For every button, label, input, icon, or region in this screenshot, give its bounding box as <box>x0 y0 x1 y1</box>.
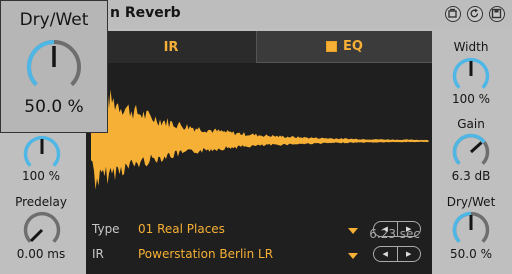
reset-icon <box>470 8 479 18</box>
gain-value: 6.3 dB <box>451 169 491 183</box>
tab-eq[interactable]: EQ <box>256 31 432 63</box>
save-preset-icon <box>491 8 502 19</box>
type-label: Type <box>92 222 120 236</box>
drywet-label: Dry/Wet <box>446 195 496 209</box>
device-title: n Reverb <box>110 5 181 21</box>
tab-ir[interactable]: IR <box>86 31 256 63</box>
width-label: Width <box>453 40 489 54</box>
device-panel: n Reverb Width 100 % Gain 6.3 dB Dry/Wet… <box>0 0 512 274</box>
popup-label: Dry/Wet <box>19 10 89 30</box>
width-knob[interactable] <box>451 56 491 96</box>
predelay-value: 0.00 ms <box>16 247 66 261</box>
ir-next-button[interactable]: ▶ <box>396 247 421 261</box>
drywet-value: 50.0 % <box>450 247 492 261</box>
ir-dropdown[interactable]: Powerstation Berlin LR <box>138 247 273 261</box>
reset-button[interactable] <box>467 6 483 22</box>
popup-knob[interactable] <box>26 39 82 95</box>
type-prev-button[interactable]: ◀ <box>374 222 397 236</box>
type-next-button[interactable]: ▶ <box>396 222 421 236</box>
ir-prev-button[interactable]: ◀ <box>374 247 397 261</box>
ir-label: IR <box>92 247 104 261</box>
save-preset-button[interactable] <box>489 6 505 22</box>
ir-dropdown-arrow[interactable] <box>348 253 358 259</box>
width-value: 100 % <box>451 92 491 106</box>
drywet-popup: Dry/Wet 50.0 % <box>0 0 108 133</box>
size-value: 100 % <box>21 169 61 183</box>
predelay-knob[interactable] <box>22 210 62 250</box>
hot-swap-icon <box>448 8 457 18</box>
size-knob[interactable] <box>22 134 62 174</box>
type-dropdown[interactable]: 01 Real Places <box>138 222 225 236</box>
predelay-label: Predelay <box>15 195 67 209</box>
type-stepper[interactable]: ◀ ▶ <box>373 221 421 237</box>
gain-label: Gain <box>457 117 485 131</box>
eq-enable-toggle[interactable] <box>326 41 338 52</box>
tab-eq-label: EQ <box>343 39 363 54</box>
gain-knob[interactable] <box>451 132 491 172</box>
hot-swap-button[interactable] <box>445 6 461 22</box>
type-dropdown-arrow[interactable] <box>348 228 358 234</box>
ir-waveform <box>91 87 429 190</box>
ir-stepper[interactable]: ◀ ▶ <box>373 246 421 262</box>
drywet-knob[interactable] <box>451 210 491 250</box>
popup-value: 50.0 % <box>24 97 84 117</box>
ir-display: IR EQ 6.23 sec Type 01 Real Places ◀ ▶ I… <box>86 31 432 274</box>
tab-ir-label: IR <box>163 39 179 55</box>
